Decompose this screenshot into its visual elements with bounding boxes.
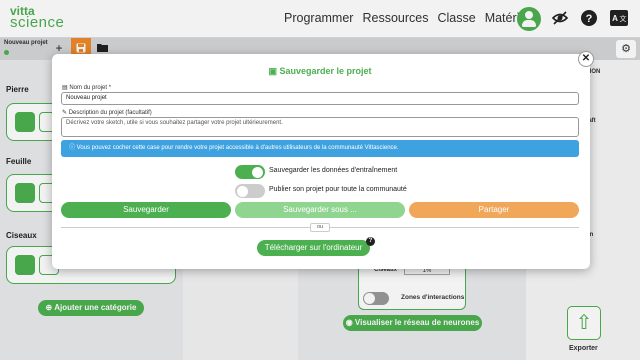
info-alert: ⓘ Vous pouvez cocher cette case pour ren… [61, 140, 579, 157]
publish-project-label: Publier son projet pour toute la communa… [269, 186, 407, 193]
info-text: Vous pouvez cocher cette case pour rendr… [76, 145, 399, 151]
save-button[interactable]: Sauvegarder [61, 202, 231, 218]
project-name-input[interactable]: Nouveau projet [61, 92, 579, 105]
desc-label-text: Description du projet (facultatif) [68, 110, 152, 116]
info-icon: ⓘ [69, 145, 77, 151]
edit-icon: ✎ [62, 110, 69, 116]
description-field-label: ✎ Description du projet (facultatif) [62, 109, 152, 116]
name-label-text: Nom du projet * [69, 85, 112, 91]
save-icon: ▣ [268, 66, 280, 76]
or-label: ou [310, 223, 330, 232]
modal-title-text: Sauvegarder le projet [279, 66, 372, 76]
download-button[interactable]: Télécharger sur l'ordinateur [257, 240, 370, 256]
close-icon[interactable]: ✕ [578, 51, 594, 67]
save-training-data-label: Sauvegarder les données d'entraînement [269, 167, 398, 174]
publish-project-toggle[interactable] [235, 184, 265, 198]
name-field-label: ▤ Nom du projet * [62, 84, 111, 91]
save-project-modal [52, 54, 590, 269]
project-description-textarea[interactable]: Décrivez votre sketch, utile si vous sou… [61, 117, 579, 137]
save-as-button[interactable]: Sauvegarder sous ... [235, 202, 405, 218]
save-training-data-toggle[interactable] [235, 165, 265, 179]
share-button[interactable]: Partager [409, 202, 579, 218]
modal-title: ▣ Sauvegarder le projet [0, 66, 640, 77]
download-help-icon[interactable]: ? [366, 237, 375, 246]
